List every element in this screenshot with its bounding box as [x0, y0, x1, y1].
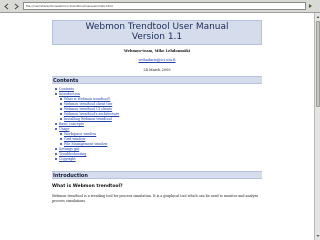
bullet-icon [55, 127, 57, 130]
go-icon [309, 4, 312, 8]
toc-link[interactable]: Copyright [55, 156, 262, 161]
document-title: Webmon Trendtool User Manual Version 1.1 [52, 20, 262, 45]
toc-link-label: Webmon trendtool UI clients [64, 106, 113, 111]
bullet-icon [60, 142, 62, 145]
bullet-icon [55, 157, 57, 160]
title-line-1: Webmon Trendtool User Manual [85, 22, 229, 32]
title-line-2: Version 1.1 [131, 32, 183, 42]
toc-link-label: Introduction [59, 91, 80, 96]
forward-button[interactable] [12, 2, 20, 10]
toc-link-label: Basic concepts [59, 121, 84, 126]
toc-link-label: Workspace window [64, 131, 97, 136]
bullet-icon [60, 137, 62, 140]
scrollbar-thumb[interactable] [316, 21, 320, 107]
url-field[interactable]: file:///usr/share/doc/webmon-trendtool/m… [23, 2, 306, 10]
toc-link-label: Webmon trendtool's architecture [64, 111, 120, 116]
url-text: file:///usr/share/doc/webmon-trendtool/m… [26, 4, 113, 8]
author: Webmon-team, Mike Lehdonmäki [124, 49, 190, 53]
toc-link-label: Usage [59, 126, 70, 131]
toc-link-label: File Management window [64, 141, 108, 146]
scroll-down-button[interactable] [315, 233, 320, 239]
scroll-up-button[interactable] [315, 14, 320, 20]
table-of-contents: Contents Introduction What is Webmon trend… [52, 86, 262, 161]
triangle-down-icon [316, 235, 319, 237]
subheading-what-is: What is Webmon trendtool? [52, 184, 123, 189]
arrow-left-icon [3, 3, 8, 9]
bullet-icon [60, 107, 62, 110]
publication-date: 24 March 2005 [143, 68, 171, 72]
toc-link-label: Webmon trendtool client tier [64, 101, 113, 106]
bullet-icon [55, 87, 57, 90]
toc-link-label: Grid window [64, 136, 86, 141]
back-button[interactable] [2, 2, 10, 10]
arrow-right-icon [14, 3, 19, 9]
toc-link-label: What is Webmon trendtool? [64, 96, 111, 101]
bullet-icon [60, 112, 62, 115]
toc-link-label: Settings gui [59, 146, 80, 151]
toc-link-label: Troubleshooting [59, 151, 87, 156]
bullet-icon [55, 122, 57, 125]
toc-link-label: Installing Webmon trendtool [64, 116, 112, 121]
bullet-icon [55, 147, 57, 150]
section-heading-contents: Contents [52, 76, 262, 84]
vertical-scrollbar[interactable] [314, 13, 320, 240]
triangle-up-icon [316, 16, 319, 18]
bullet-icon [60, 132, 62, 135]
browser-toolbar: file:///usr/share/doc/webmon-trendtool/m… [0, 0, 320, 13]
bullet-icon [60, 102, 62, 105]
bullet-icon [55, 92, 57, 95]
document-page: Webmon Trendtool User Manual Version 1.1… [52, 13, 262, 204]
section-heading-introduction: Introduction [52, 171, 262, 179]
bullet-icon [55, 152, 57, 155]
bullet-icon [60, 97, 62, 100]
intro-paragraph: Webmon trendtool is a trending tool for … [52, 194, 259, 203]
bullet-icon [60, 117, 62, 120]
go-button[interactable] [308, 3, 313, 10]
toc-link-label: Contents [59, 86, 75, 91]
email-link[interactable]: webadmin@sci.uta.fi [52, 58, 262, 62]
toc-link-label: Copyright [59, 156, 76, 161]
